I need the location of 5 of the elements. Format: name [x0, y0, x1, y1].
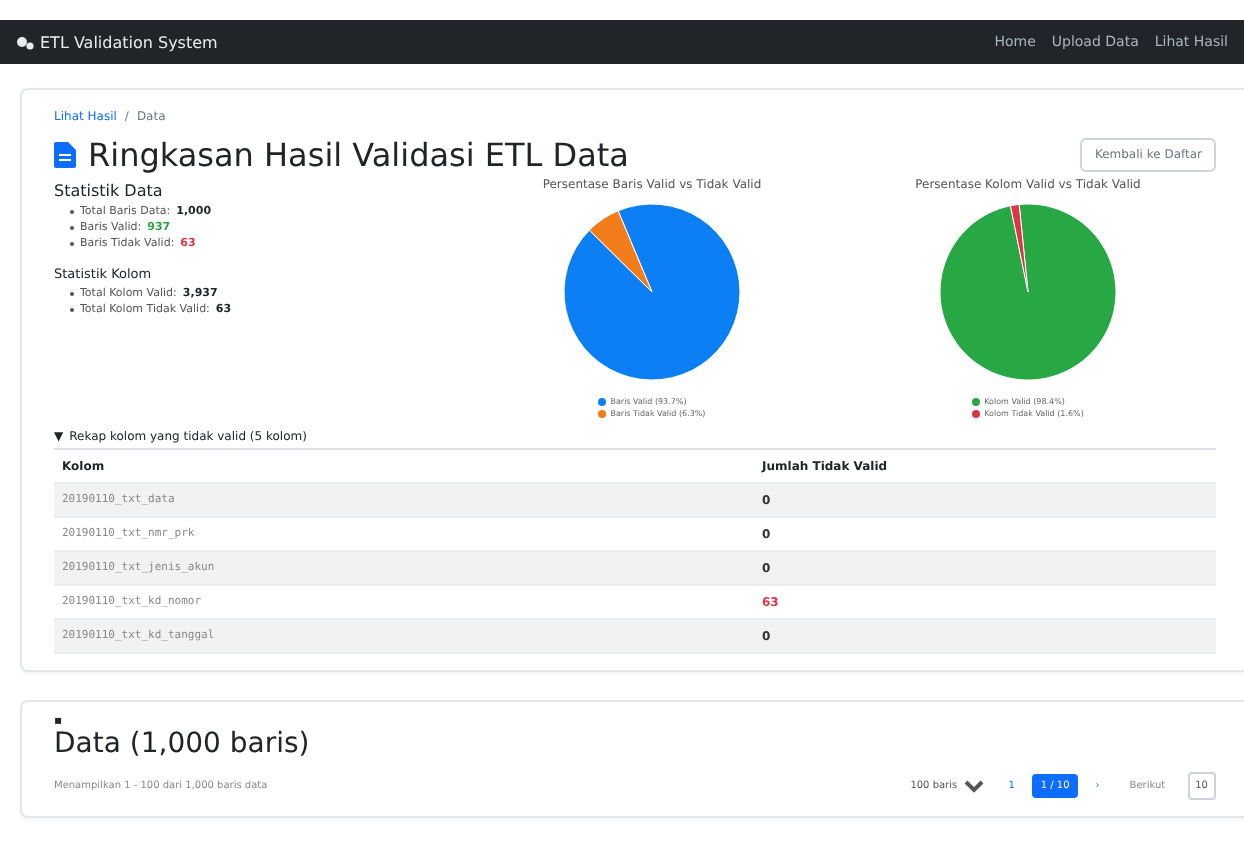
- page-title: Ringkasan Hasil Validasi ETL Data: [88, 136, 629, 174]
- section-heading: Statistik Data: [54, 182, 165, 200]
- document-icon: [54, 142, 76, 168]
- brand-link[interactable]: ETL Validation System: [16, 33, 218, 51]
- section-title: Data (1,000 baris): [54, 728, 312, 760]
